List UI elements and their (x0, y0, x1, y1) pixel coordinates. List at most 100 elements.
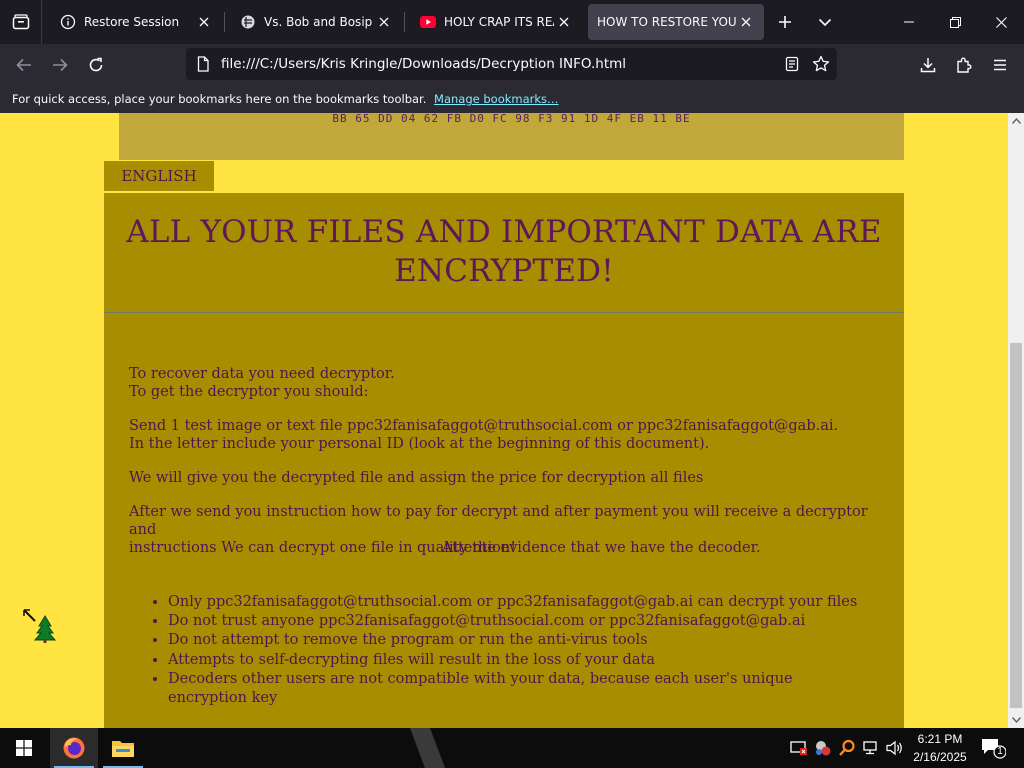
firefox-view-icon (12, 14, 29, 30)
minimize-button[interactable] (886, 0, 932, 44)
christmas-tree-cursor-icon (23, 609, 57, 643)
chevron-down-icon (1011, 717, 1021, 723)
folder-icon (112, 741, 134, 757)
scroll-down-arrow[interactable] (1008, 712, 1024, 728)
tray-network-icon[interactable] (861, 738, 881, 758)
paragraph-decrypted-file: We will give you the decrypted file and … (129, 469, 889, 487)
text-line: To recover data you need decryptor. (129, 366, 395, 382)
tab-holy-crap[interactable]: HOLY CRAP ITS REAL!! ( (406, 4, 582, 40)
list-item: Decoders other users are not compatible … (168, 670, 868, 708)
tab-vs-bob-and-bosip[interactable]: Vs. Bob and Bosip | Fun (226, 4, 402, 40)
list-item: Only ppc32fanisafaggot@truthsocial.com o… (168, 593, 868, 612)
action-center-button[interactable]: 1 (980, 736, 1007, 760)
tab-how-to-restore[interactable]: HOW TO RESTORE YOUR FI (588, 4, 764, 40)
tab-label: HOW TO RESTORE YOUR FI (597, 15, 736, 29)
wallpaper-shape (410, 728, 445, 768)
tab-restore-session[interactable]: Restore Session (46, 4, 222, 40)
tab-label: Restore Session (84, 15, 180, 29)
page-title: ALL YOUR FILES AND IMPORTANT DATA ARE EN… (104, 213, 904, 291)
tab-separator (404, 12, 405, 32)
new-tab-button[interactable] (772, 10, 798, 34)
tab-separator (224, 12, 225, 32)
youtube-icon (420, 14, 436, 30)
tray-network-warning-icon[interactable] (789, 738, 809, 758)
tab-strip: Restore Session Vs. Bob and Bosip | Fun … (0, 0, 1024, 44)
forward-button[interactable] (44, 49, 76, 81)
paragraph-send-file: Send 1 test image or text file ppc32fani… (129, 417, 889, 453)
back-button[interactable] (8, 49, 40, 81)
plus-icon (779, 16, 791, 28)
manage-bookmarks-link[interactable]: Manage bookmarks… (434, 92, 559, 106)
headline-line-2: ENCRYPTED! (394, 253, 614, 289)
url-text[interactable]: file:///C:/Users/Kris Kringle/Downloads/… (221, 56, 626, 72)
scroll-thumb[interactable] (1010, 343, 1022, 708)
taskbar-firefox[interactable] (50, 728, 98, 768)
site-icon (240, 14, 256, 30)
clock-time: 6:21 PM (917, 732, 963, 746)
reload-button[interactable] (80, 49, 112, 81)
tray-search-icon[interactable] (837, 738, 857, 758)
tab-label: HOLY CRAP ITS REAL!! ( (444, 15, 554, 29)
personal-id-hex: BB 65 DD 04 62 FB D0 FC 98 F3 91 1D 4F E… (332, 113, 691, 125)
close-tab-icon[interactable] (374, 12, 394, 32)
taskbar-file-explorer[interactable] (99, 728, 147, 768)
reload-icon (89, 57, 103, 72)
warning-list: Only ppc32fanisafaggot@truthsocial.com o… (168, 593, 868, 708)
tab-label: Vs. Bob and Bosip | Fun (264, 15, 374, 29)
paragraph-recover: To recover data you need decryptor. To g… (129, 365, 889, 401)
ransom-note-panel: ALL YOUR FILES AND IMPORTANT DATA ARE EN… (104, 193, 904, 728)
text-line: In the letter include your personal ID (… (129, 436, 710, 452)
reader-view-icon[interactable] (784, 56, 800, 72)
notification-count: 1 (997, 746, 1003, 757)
chevron-up-icon (1011, 118, 1021, 124)
list-item: Do not attempt to remove the program or … (168, 631, 868, 650)
firefox-view-button[interactable] (0, 0, 42, 44)
restore-icon (949, 16, 961, 28)
close-tab-icon[interactable] (554, 12, 574, 32)
close-tab-icon[interactable] (736, 12, 756, 32)
bookmark-star-icon[interactable] (812, 55, 830, 73)
close-tab-icon[interactable] (194, 12, 214, 32)
tray-app-icon[interactable] (813, 738, 833, 758)
personal-id-box: BB 65 DD 04 62 FB D0 FC 98 F3 91 1D 4F E… (119, 113, 904, 160)
clock-date: 2/16/2025 (913, 750, 967, 764)
language-tab-english[interactable]: ENGLISH (104, 161, 214, 191)
headline-line-1: ALL YOUR FILES AND IMPORTANT DATA ARE (126, 214, 882, 250)
close-window-button[interactable] (978, 0, 1024, 44)
page-scrollbar[interactable] (1008, 113, 1024, 728)
arrow-left-icon (16, 58, 31, 72)
download-icon (920, 58, 936, 73)
hamburger-menu-icon (994, 59, 1006, 71)
scroll-up-arrow[interactable] (1008, 113, 1024, 129)
page-icon (197, 56, 209, 72)
text-line: To get the decryptor you should: (129, 384, 369, 400)
address-bar[interactable]: file:///C:/Users/Kris Kringle/Downloads/… (186, 48, 837, 80)
info-icon (60, 14, 76, 30)
windows-logo-icon (16, 740, 32, 756)
text-line: After we send you instruction how to pay… (129, 504, 868, 538)
app-menu-button[interactable] (984, 49, 1016, 81)
puzzle-icon (957, 57, 972, 73)
attention-heading: Attention! (441, 540, 517, 556)
bookmarks-toolbar: For quick access, place your bookmarks h… (0, 86, 1024, 113)
close-icon (995, 16, 1007, 28)
firefox-icon (63, 737, 85, 759)
list-item: Do not trust anyone ppc32fanisafaggot@tr… (168, 612, 868, 631)
minimize-icon (904, 21, 914, 23)
windows-taskbar: 6:21 PM 2/16/2025 1 (0, 728, 1024, 768)
bookmarks-prompt: For quick access, place your bookmarks h… (12, 92, 427, 106)
tray-volume-icon[interactable] (885, 738, 905, 758)
list-item: Attempts to self-decrypting files will r… (168, 651, 868, 670)
arrow-right-icon (53, 58, 68, 72)
extensions-button[interactable] (948, 49, 980, 81)
text-line: We will give you the decrypted file and … (129, 470, 704, 486)
downloads-button[interactable] (912, 49, 944, 81)
list-all-tabs-button[interactable] (812, 10, 838, 34)
divider (104, 312, 904, 313)
restore-button[interactable] (932, 0, 978, 44)
start-button[interactable] (0, 728, 48, 768)
text-line: Send 1 test image or text file ppc32fani… (129, 418, 839, 434)
system-clock[interactable]: 6:21 PM 2/16/2025 (908, 730, 972, 766)
page-viewport: BB 65 DD 04 62 FB D0 FC 98 F3 91 1D 4F E… (0, 113, 1008, 728)
chevron-down-icon (818, 18, 832, 27)
